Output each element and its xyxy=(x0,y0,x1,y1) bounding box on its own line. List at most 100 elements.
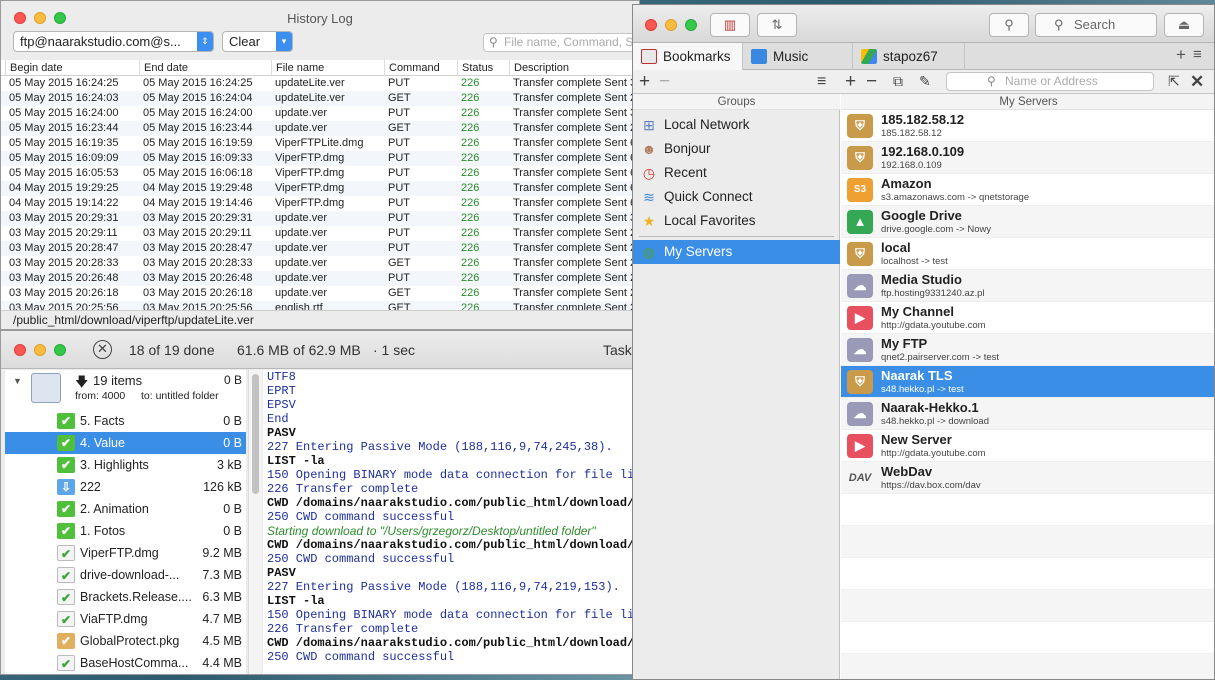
tab-bookmarks[interactable]: Bookmarks xyxy=(633,43,743,70)
disclosure-triangle-icon[interactable]: ▼ xyxy=(13,376,22,386)
globe-icon: ◍ xyxy=(642,244,656,260)
group-item[interactable]: ⊞ Local Network xyxy=(633,113,840,137)
minimize-window-button[interactable] xyxy=(34,344,46,356)
group-item[interactable]: ☻ Bonjour xyxy=(633,137,840,161)
col-status[interactable]: Status xyxy=(457,60,509,76)
stack-folder-icon xyxy=(31,373,61,403)
task-item-size: 6.3 MB xyxy=(202,590,242,604)
task-item-size: 0 B xyxy=(223,436,242,450)
description-cell: Transfer complete Sent 64 xyxy=(513,167,639,179)
command-cell: GET xyxy=(388,287,411,299)
history-search-input[interactable]: ⚲ File name, Command, S... xyxy=(483,33,639,52)
server-filter-input[interactable]: ⚲ Name or Address xyxy=(946,72,1154,91)
table-row[interactable]: 05 May 2015 16:24:25 05 May 2015 16:24:25… xyxy=(1,76,639,91)
server-row[interactable]: ⛨ 185.182.58.12 185.182.58.12 xyxy=(841,110,1214,142)
task-item[interactable]: ✔ drive-download-... 7.3 MB xyxy=(5,564,246,586)
task-item[interactable]: ✔ Brackets.Release.... 6.3 MB xyxy=(5,586,246,608)
add-server-button[interactable]: + xyxy=(845,70,856,93)
close-window-button[interactable] xyxy=(14,344,26,356)
task-item[interactable]: ✔ ViaFTP.dmg 4.7 MB xyxy=(5,608,246,630)
servers-window: ▥ ⇅ ⚲ ⚲ Search ⏏ Bookmarks Music stapoz6… xyxy=(632,4,1215,680)
begin-date-cell: 03 May 2015 20:26:48 xyxy=(9,272,119,284)
account-select[interactable]: ftp@naarakstudio.com@s... ⇕ xyxy=(13,31,214,52)
task-item[interactable]: ✔ 1. Fotos 0 B xyxy=(5,520,246,542)
task-item[interactable]: ✔ 3. Highlights 3 kB xyxy=(5,454,246,476)
task-item[interactable]: ✔ 2. Animation 0 B xyxy=(5,498,246,520)
group-menu-icon[interactable]: ≡ xyxy=(817,70,826,93)
server-row[interactable]: ▶ My Channel http://gdata.youtube.com xyxy=(841,302,1214,334)
table-row[interactable]: 05 May 2015 16:05:53 05 May 2015 16:06:18… xyxy=(1,166,639,181)
server-row[interactable]: ▶ New Server http://gdata.youtube.com xyxy=(841,430,1214,462)
eject-button[interactable]: ⏏ xyxy=(1164,13,1204,37)
remove-group-button[interactable]: − xyxy=(659,70,670,93)
command-cell: PUT xyxy=(388,197,410,209)
table-row[interactable]: 03 May 2015 20:26:48 03 May 2015 20:26:48… xyxy=(1,271,639,286)
table-row[interactable]: 03 May 2015 20:28:33 03 May 2015 20:28:33… xyxy=(1,256,639,271)
add-tab-button[interactable]: + xyxy=(1176,45,1186,65)
remove-server-button[interactable]: − xyxy=(866,70,877,93)
file-check-icon: ✔ xyxy=(57,589,75,605)
open-external-icon[interactable]: ⇱ xyxy=(1168,70,1180,93)
server-row[interactable]: ⛨ local localhost -> test xyxy=(841,238,1214,270)
edit-icon[interactable]: ✎ xyxy=(919,70,931,93)
table-row[interactable]: 03 May 2015 20:26:18 03 May 2015 20:26:18… xyxy=(1,286,639,301)
server-row[interactable]: ☁ My FTP qnet2.pairserver.com -> test xyxy=(841,334,1214,366)
zoom-window-button[interactable] xyxy=(685,19,697,31)
table-row[interactable]: 05 May 2015 16:19:35 05 May 2015 16:19:59… xyxy=(1,136,639,151)
find-button[interactable]: ⚲ xyxy=(989,13,1029,37)
tab-music[interactable]: Music xyxy=(743,43,853,70)
task-item[interactable]: ⇩ 222 126 kB xyxy=(5,476,246,498)
stop-circle-icon[interactable]: ✕ xyxy=(93,340,112,359)
add-group-button[interactable]: + xyxy=(639,70,650,93)
server-row[interactable]: DAV WebDav https://dav.box.com/dav xyxy=(841,462,1214,494)
transfer-icon: ⇅ xyxy=(771,17,783,32)
server-row[interactable]: ▲ Google Drive drive.google.com -> Nowy xyxy=(841,206,1214,238)
search-field[interactable]: ⚲ Search xyxy=(1035,13,1157,37)
col-description[interactable]: Description xyxy=(509,60,639,76)
table-row[interactable]: 04 May 2015 19:29:25 04 May 2015 19:29:48… xyxy=(1,181,639,196)
task-item[interactable]: ✔ 5. Facts 0 B xyxy=(5,410,246,432)
bookmarks-toggle-button[interactable]: ▥ xyxy=(710,13,750,37)
transfers-button[interactable]: ⇅ xyxy=(757,13,797,37)
table-row[interactable]: 03 May 2015 20:29:31 03 May 2015 20:29:31… xyxy=(1,211,639,226)
task-item[interactable]: ✔ 4. Value 0 B xyxy=(5,432,246,454)
table-row[interactable]: 05 May 2015 16:24:03 05 May 2015 16:24:04… xyxy=(1,91,639,106)
task-list-scrollbar[interactable] xyxy=(248,370,262,674)
table-row[interactable]: 04 May 2015 19:14:22 04 May 2015 19:14:46… xyxy=(1,196,639,211)
col-command[interactable]: Command xyxy=(384,60,457,76)
tab-menu-icon[interactable]: ≡ xyxy=(1193,46,1202,63)
group-item[interactable]: ◍ My Servers xyxy=(633,240,840,264)
server-row[interactable]: S3 Amazon s3.amazonaws.com -> qnetstorage xyxy=(841,174,1214,206)
col-end-date[interactable]: End date xyxy=(139,60,271,76)
clear-select[interactable]: Clear ▾ xyxy=(222,31,293,52)
server-name: Naarak-Hekko.1 xyxy=(881,400,979,415)
duplicate-icon[interactable]: ⧉ xyxy=(893,70,903,93)
group-item[interactable]: ◷ Recent xyxy=(633,161,840,185)
task-item[interactable]: ✔ ViperFTP.dmg 9.2 MB xyxy=(5,542,246,564)
col-begin-date[interactable]: Begin date xyxy=(5,60,139,76)
task-item[interactable]: ✔ GlobalProtect.pkg 4.5 MB xyxy=(5,630,246,652)
server-row[interactable]: ⛨ Naarak TLS s48.hekko.pl -> test xyxy=(841,366,1214,398)
server-row[interactable]: ☁ Naarak-Hekko.1 s48.hekko.pl -> download xyxy=(841,398,1214,430)
server-detail: http://gdata.youtube.com xyxy=(881,320,986,331)
task-group-row[interactable]: ▼ 🡇 19 items 0 B from: 4000 to: untitled… xyxy=(5,370,246,410)
server-row[interactable]: ☁ Media Studio ftp.hosting9331240.az.pl xyxy=(841,270,1214,302)
table-row[interactable]: 03 May 2015 20:29:11 03 May 2015 20:29:11… xyxy=(1,226,639,241)
server-row[interactable]: ⛨ 192.168.0.109 192.168.0.109 xyxy=(841,142,1214,174)
scrollbar-thumb[interactable] xyxy=(252,374,259,494)
file-name-cell: ViperFTP.dmg xyxy=(275,167,345,179)
table-row[interactable]: 05 May 2015 16:09:09 05 May 2015 16:09:33… xyxy=(1,151,639,166)
task-item[interactable]: ✔ BaseHostComma... 4.4 MB xyxy=(5,652,246,674)
col-file-name[interactable]: File name xyxy=(271,60,384,76)
group-item[interactable]: ≋ Quick Connect xyxy=(633,185,840,209)
tab-stapoz67[interactable]: stapoz67 xyxy=(853,43,965,70)
table-row[interactable]: 05 May 2015 16:24:00 05 May 2015 16:24:00… xyxy=(1,106,639,121)
table-row[interactable]: 05 May 2015 16:23:44 05 May 2015 16:23:44… xyxy=(1,121,639,136)
zoom-window-button[interactable] xyxy=(54,344,66,356)
close-icon[interactable]: ✕ xyxy=(1190,70,1204,93)
table-row[interactable]: 03 May 2015 20:25:56 03 May 2015 20:25:56… xyxy=(1,301,639,310)
close-window-button[interactable] xyxy=(645,19,657,31)
table-row[interactable]: 03 May 2015 20:28:47 03 May 2015 20:28:47… xyxy=(1,241,639,256)
minimize-window-button[interactable] xyxy=(665,19,677,31)
group-item[interactable]: ★ Local Favorites xyxy=(633,209,840,233)
